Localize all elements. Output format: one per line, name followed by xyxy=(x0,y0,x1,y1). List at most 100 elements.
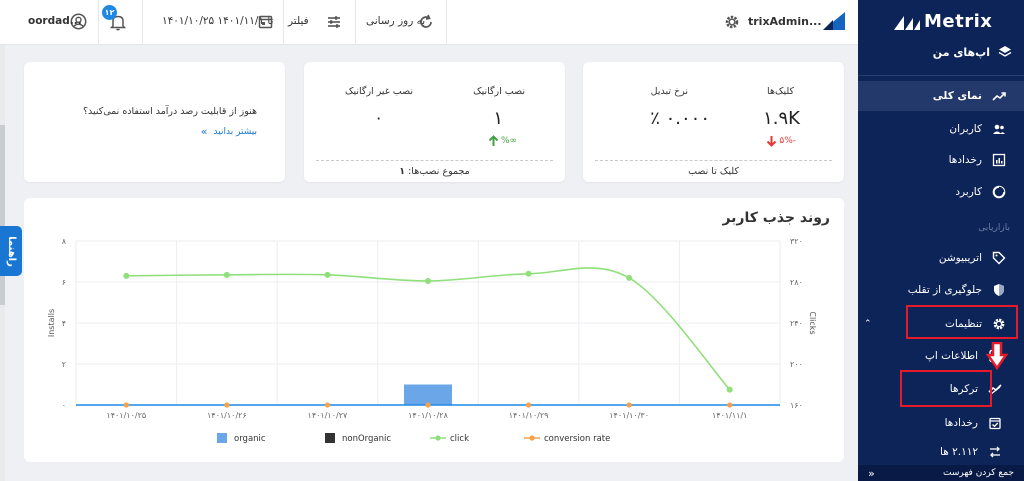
topbar-divider xyxy=(98,0,99,45)
learn-more-label: بیشتر بدانید xyxy=(213,126,257,137)
point-click xyxy=(726,386,733,393)
notification-count-badge: ۱۲ xyxy=(102,5,117,20)
sidebar-item-more[interactable]: ۲.۱۱۲ ها xyxy=(858,440,1024,464)
sidebar-item-label: نمای کلی xyxy=(932,90,982,102)
y-left-tick-label: ۶ xyxy=(62,278,66,287)
chevron-up-icon[interactable]: ⌃ xyxy=(864,319,872,329)
legend-swatch xyxy=(217,433,227,443)
conversion-rate-label: نرخ تبدیل xyxy=(650,86,688,97)
guide-label: راهنما xyxy=(5,235,17,267)
date-range-picker[interactable]: ۱۴۰۱/۱۰/۲۵ تا ۱۴۰۱/۱۱/۱ xyxy=(150,0,280,45)
legend-swatch xyxy=(325,433,335,443)
metrix-logo-icon xyxy=(894,16,920,30)
clicks-card: کلیک‌ها ۱.۹K ۵%- نرخ تبدیل ٪ ۰.۰۰۰ کلیک … xyxy=(583,62,844,182)
point-click xyxy=(626,274,633,281)
sidebar-item-usage[interactable]: کاربرد xyxy=(858,177,1024,207)
card-divider xyxy=(316,160,553,161)
arrow-down-red-icon xyxy=(767,136,777,147)
revenue-promo-card: هنوز از قابلیت رصد درآمد استفاده نمی‌کنی… xyxy=(24,62,285,182)
organic-installs-value: ۱ xyxy=(493,108,503,129)
arrow-up-green-icon xyxy=(488,135,499,146)
nonorganic-installs-label: نصب غیر ارگانیک xyxy=(345,86,413,97)
x-tick-label: ۱۴۰۱/۱۰/۳۰ xyxy=(609,411,649,420)
y-left-tick-label: ۴ xyxy=(62,319,66,328)
sidebar-item-label: اتریبیوشن xyxy=(938,252,982,264)
app-name[interactable]: trixAdmin... xyxy=(748,15,822,28)
point-conversion-rate xyxy=(626,402,632,408)
gear-icon xyxy=(725,15,739,29)
tag-icon xyxy=(992,251,1006,265)
metrix-logo[interactable]: Metrix xyxy=(894,9,992,33)
sidebar-item-overview[interactable]: نمای کلی xyxy=(858,81,1024,111)
marketing-section-label: بازاریابی xyxy=(978,223,1010,233)
my-apps-label: اپ‌های من xyxy=(932,45,990,59)
collapse-menu-button[interactable]: جمع کردن فهرست « xyxy=(858,465,1024,481)
clicks-label: کلیک‌ها xyxy=(767,86,794,97)
sidebar-item-users[interactable]: کاربران xyxy=(858,114,1024,144)
line-click xyxy=(126,267,731,391)
y-right-tick-label: ۲۴۰ xyxy=(790,319,803,328)
app-logo[interactable] xyxy=(823,12,845,34)
guide-tab[interactable]: راهنما xyxy=(0,226,22,276)
conversion-rate-value: ٪ ۰.۰۰۰ xyxy=(650,108,710,129)
sidebar-item-label: اطلاعات اپ xyxy=(924,350,978,362)
organic-installs-label: نصب ارگانیک xyxy=(473,86,525,97)
learn-more-link[interactable]: بیشتر بدانید » xyxy=(201,125,257,138)
y-right-axis-label: Clicks xyxy=(808,311,817,334)
point-click xyxy=(425,277,431,284)
topbar: trixAdmin... به روز رسانی فیلتر ۱۴۰۱/۱۰/… xyxy=(0,0,858,45)
sidebar-item-attribution[interactable]: اتریبیوشن xyxy=(858,243,1024,273)
point-conversion-rate xyxy=(123,402,129,408)
sidebar-item-label: ۲.۱۱۲ ها xyxy=(940,446,978,458)
my-apps-button[interactable]: اپ‌های من xyxy=(933,45,1012,59)
topbar-divider xyxy=(446,0,447,45)
point-conversion-rate xyxy=(224,402,230,408)
refresh-button[interactable]: به روز رسانی xyxy=(362,0,446,45)
app-settings-button[interactable] xyxy=(724,14,740,34)
pie-icon xyxy=(992,185,1006,199)
sidebar-item-fraud-prevention[interactable]: جلوگیری از تقلب xyxy=(858,275,1024,305)
bar-organic xyxy=(404,384,452,405)
sidebar-item-sub-events[interactable]: رخدادها xyxy=(858,408,1024,438)
topbar-divider xyxy=(142,0,143,45)
point-click xyxy=(525,270,532,277)
app-logo-icon xyxy=(823,12,845,30)
y-left-tick-label: ۲ xyxy=(62,360,66,369)
y-left-axis-label: Installs xyxy=(47,309,56,337)
organic-installs-delta: %∞ xyxy=(488,135,517,147)
point-click xyxy=(223,271,230,278)
installs-card: نصب ارگانیک ۱ %∞ نصب غیر ارگانیک ۰ مجموع… xyxy=(304,62,565,182)
clicks-delta-value: ۵%- xyxy=(779,136,796,146)
scrollbar-thumb[interactable] xyxy=(0,125,5,305)
legend-swatch-dot xyxy=(435,435,441,441)
calendar-icon xyxy=(258,15,273,29)
total-installs-value: ۱ xyxy=(399,166,406,177)
y-right-tick-label: ۲۰۰ xyxy=(790,360,803,369)
x-tick-label: ۱۴۰۱/۱۰/۲۷ xyxy=(308,411,348,420)
filter-button[interactable]: فیلتر xyxy=(284,0,354,45)
user-acquisition-chart-card: روند جذب کاربر ۰ ۱۶۰ ۲ ۲۰۰ ۴ ۲۴۰ ۶ ۲۸۰ ۸ ۳۲۰ Insta… xyxy=(24,198,844,462)
revenue-promo-question: هنوز از قابلیت رصد درآمد استفاده نمی‌کنی… xyxy=(82,106,257,117)
nonorganic-installs-value: ۰ xyxy=(374,108,383,127)
layers-icon xyxy=(998,46,1012,57)
x-tick-label: ۱۴۰۱/۱۱/۱ xyxy=(712,411,747,420)
legend-swatch-dot xyxy=(529,435,535,441)
point-conversion-rate xyxy=(425,402,431,408)
sidebar-item-label: کاربرد xyxy=(955,186,982,198)
legend-label: click xyxy=(450,434,469,444)
refresh-icon xyxy=(420,14,432,28)
user-menu[interactable]: oordad... xyxy=(10,0,94,45)
topbar-divider xyxy=(283,0,284,45)
sidebar-item-label: رخدادها xyxy=(948,154,982,166)
user-acquisition-chart: ۰ ۱۶۰ ۲ ۲۰۰ ۴ ۲۴۰ ۶ ۲۸۰ ۸ ۳۲۰ Installs Clicks ۱۴۰۱/۱… xyxy=(47,237,817,444)
y-left-tick-label: ۰ xyxy=(62,401,66,410)
x-tick-label: ۱۴۰۱/۱۰/۲۸ xyxy=(408,411,448,420)
y-right-tick-label: ۱۶۰ xyxy=(790,401,803,410)
highlight-box-settings xyxy=(906,305,1018,339)
sidebar-item-events[interactable]: رخدادها xyxy=(858,145,1024,175)
user-name: oordad... xyxy=(28,15,82,27)
y-left-tick-label: ۸ xyxy=(62,237,67,246)
shield-icon xyxy=(994,284,1004,296)
users-icon xyxy=(993,124,1005,134)
clicks-delta: ۵%- xyxy=(766,135,796,147)
